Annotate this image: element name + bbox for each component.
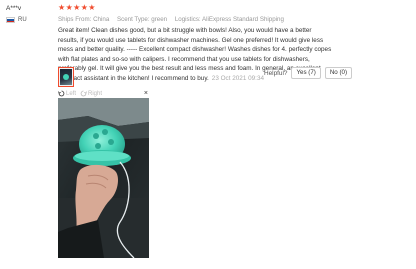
review-body: ★★★★★ Ships From: China Scent Type: gree…	[58, 3, 410, 84]
russia-flag-icon	[6, 17, 15, 23]
reviewer-name: A***v	[6, 5, 22, 12]
helpful-no-button[interactable]: No (0)	[324, 67, 353, 79]
scent-type-value: green	[151, 16, 168, 23]
logistics-label: Logistics:	[174, 16, 201, 23]
star-rating: ★★★★★	[58, 3, 96, 12]
flag-stripe-red	[7, 20, 14, 22]
rotate-right-button[interactable]: Right	[80, 90, 102, 97]
review-photo-thumbnail[interactable]	[58, 67, 74, 87]
ships-from-value: China	[93, 16, 110, 23]
rotate-left-button[interactable]: Left	[58, 90, 76, 97]
thumbnail-image	[60, 69, 72, 85]
rotate-right-label: Right	[88, 90, 103, 97]
rotate-left-icon	[58, 90, 65, 97]
image-viewer-toolbar: Left Right ×	[58, 89, 148, 98]
dishwasher-photo	[58, 98, 149, 258]
review-date: 23 Oct 2021 09:34	[211, 74, 264, 82]
review-photo-enlarged	[58, 98, 149, 258]
ships-from-label: Ships From:	[58, 16, 92, 23]
helpful-section: Helpful? Yes (7) No (0)	[264, 67, 353, 79]
rotate-left-label: Left	[66, 90, 77, 97]
helpful-label: Helpful?	[264, 69, 288, 77]
country-code: RU	[18, 17, 27, 23]
review-meta: Ships From: China Scent Type: green Logi…	[58, 15, 410, 24]
reviewer-info: A***v RU	[6, 4, 56, 25]
helpful-yes-button[interactable]: Yes (7)	[291, 67, 321, 79]
reviewer-country: RU	[6, 15, 56, 25]
close-icon[interactable]: ×	[144, 90, 148, 97]
logistics-value: AliExpress Standard Shipping	[202, 16, 284, 23]
rotate-right-icon	[80, 90, 87, 97]
scent-type-label: Scent Type:	[117, 16, 150, 23]
